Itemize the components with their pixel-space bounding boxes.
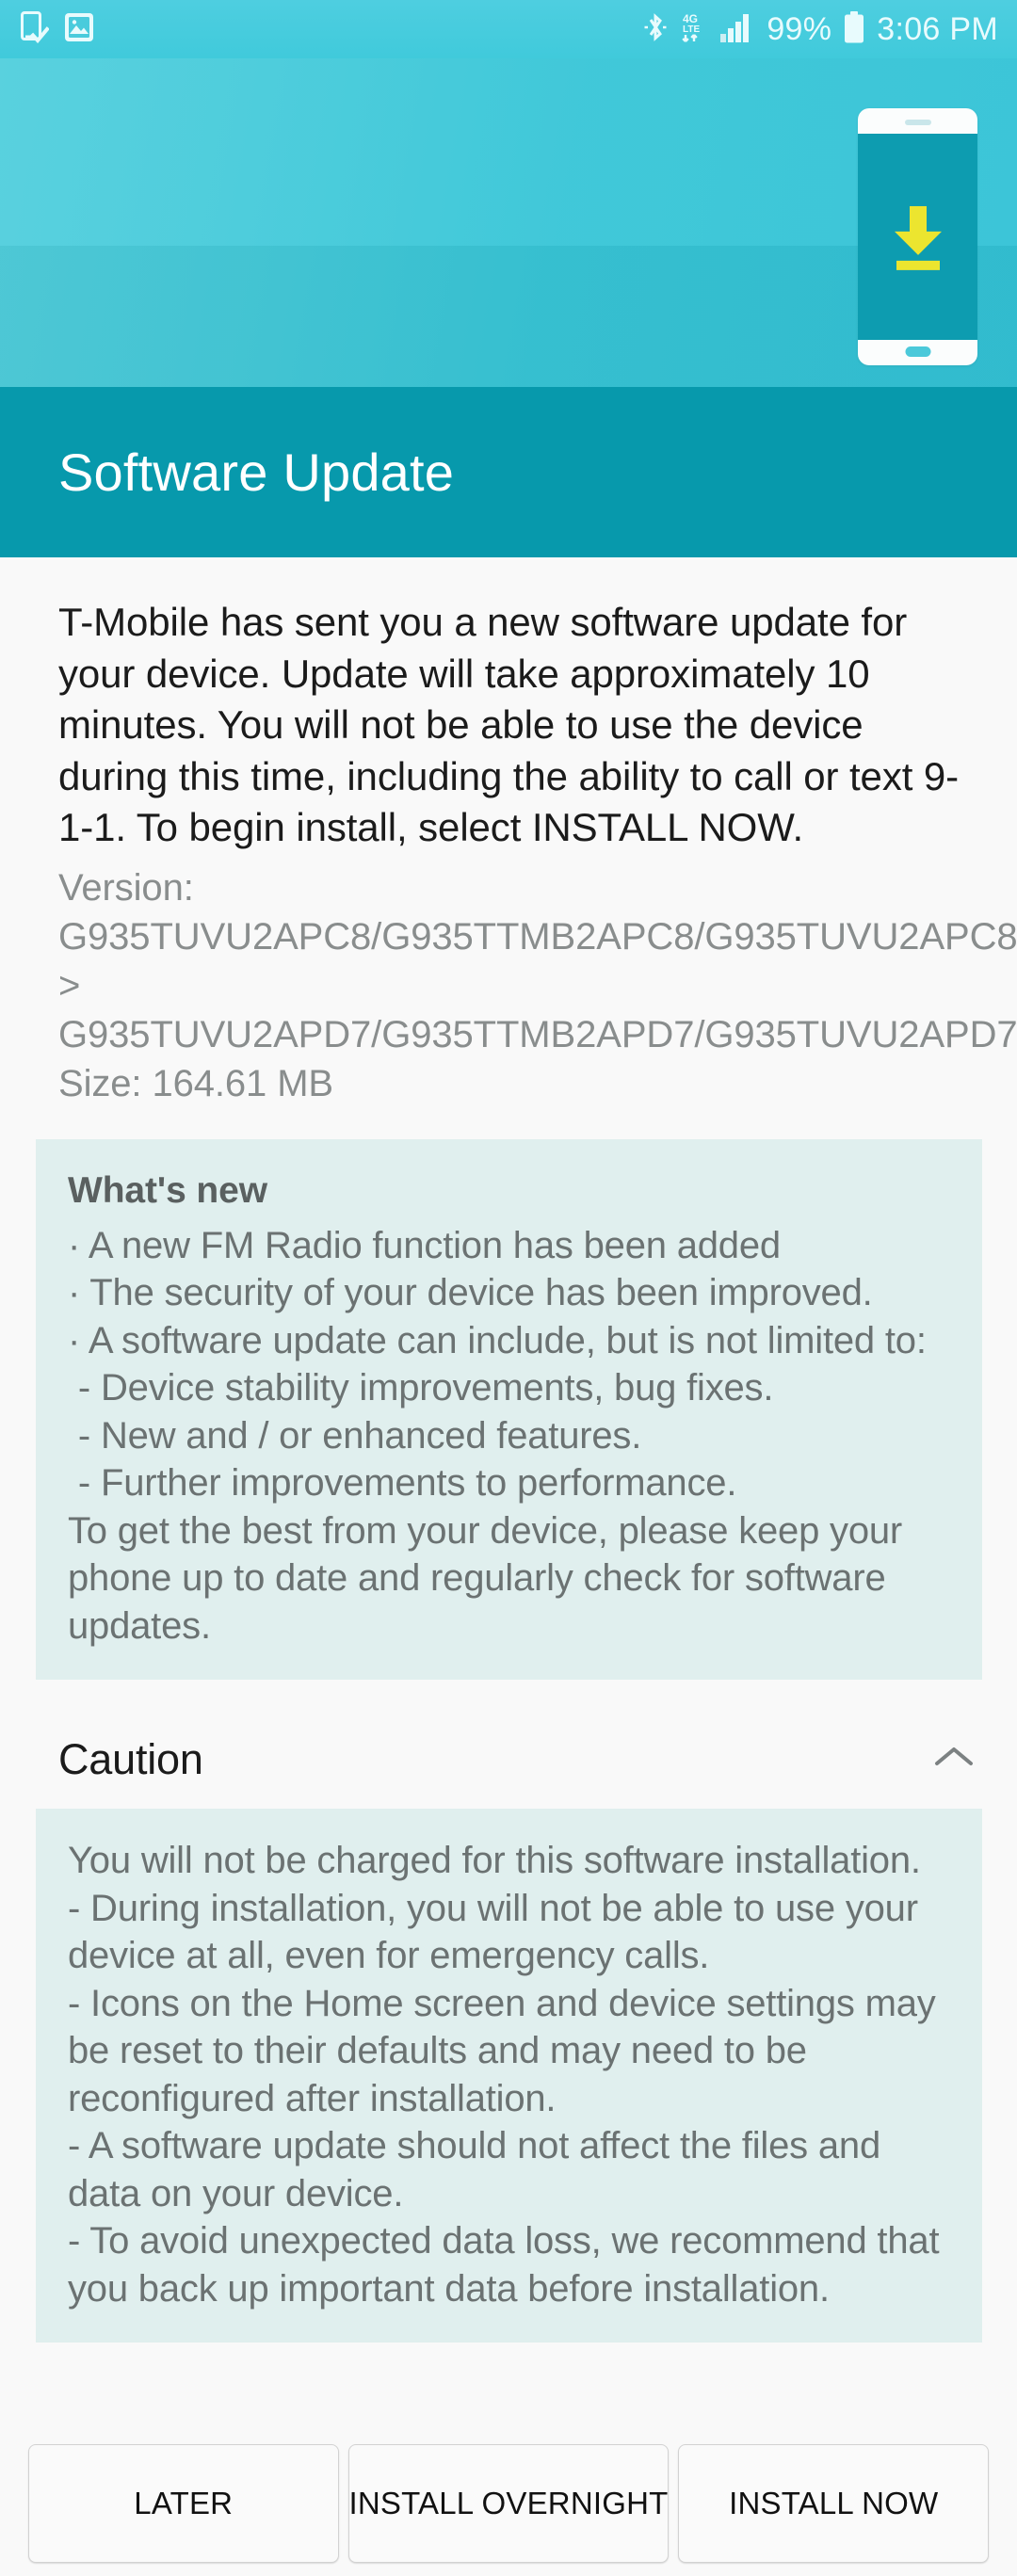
software-update-icon [21,10,50,48]
chevron-up-icon[interactable] [934,1745,974,1774]
signal-bars-icon [720,12,754,47]
phone-earpiece [904,120,931,125]
caution-box: You will not be charged for this softwar… [36,1809,982,2343]
page-title: Software Update [58,442,455,502]
hero-banner [0,58,1017,387]
whats-new-box: What's new · A new FM Radio function has… [36,1138,982,1680]
caution-body: You will not be charged for this softwar… [68,1840,940,2310]
install-overnight-button[interactable]: INSTALL OVERNIGHT [347,2444,670,2563]
gallery-icon [65,12,93,46]
download-arrow-icon [894,205,942,270]
svg-text:4G: 4G [683,12,698,25]
phone-home-button [905,346,930,357]
later-button[interactable]: LATER [28,2444,339,2563]
page-title-band: Software Update [0,387,1017,557]
svg-text:LTE: LTE [683,24,700,35]
install-now-button[interactable]: INSTALL NOW [678,2444,989,2563]
size-label: Size: 164.61 MB [58,1062,333,1104]
status-bar: 4G LTE 99% 3:06 PM [0,0,1017,58]
caution-section-header[interactable]: Caution [0,1710,1017,1809]
status-bar-right-cluster: 4G LTE 99% 3:06 PM [643,10,998,49]
version-label: Version: G935TUVU2APC8/G935TTMB2APC8/G93… [58,866,1017,1055]
action-button-row: LATER INSTALL OVERNIGHT INSTALL NOW [0,2444,1017,2563]
whats-new-heading: What's new [68,1169,267,1211]
battery-percent-label: 99% [767,11,832,47]
content-area: T-Mobile has sent you a new software upd… [0,557,1017,2343]
battery-icon [844,10,864,48]
update-description: T-Mobile has sent you a new software upd… [58,600,959,849]
caution-heading: Caution [58,1734,203,1783]
clock-label: 3:06 PM [877,11,998,47]
phone-download-icon [858,108,977,365]
bluetooth-icon [643,11,668,48]
4g-lte-icon: 4G LTE [680,10,708,49]
status-bar-left-icons [21,10,93,48]
update-metadata: Version: G935TUVU2APC8/G935TTMB2APC8/G93… [0,854,1017,1108]
software-update-screen: 4G LTE 99% 3:06 PM Software Update T-Mob… [0,0,1017,2576]
whats-new-body: · A new FM Radio function has been added… [68,1224,927,1647]
